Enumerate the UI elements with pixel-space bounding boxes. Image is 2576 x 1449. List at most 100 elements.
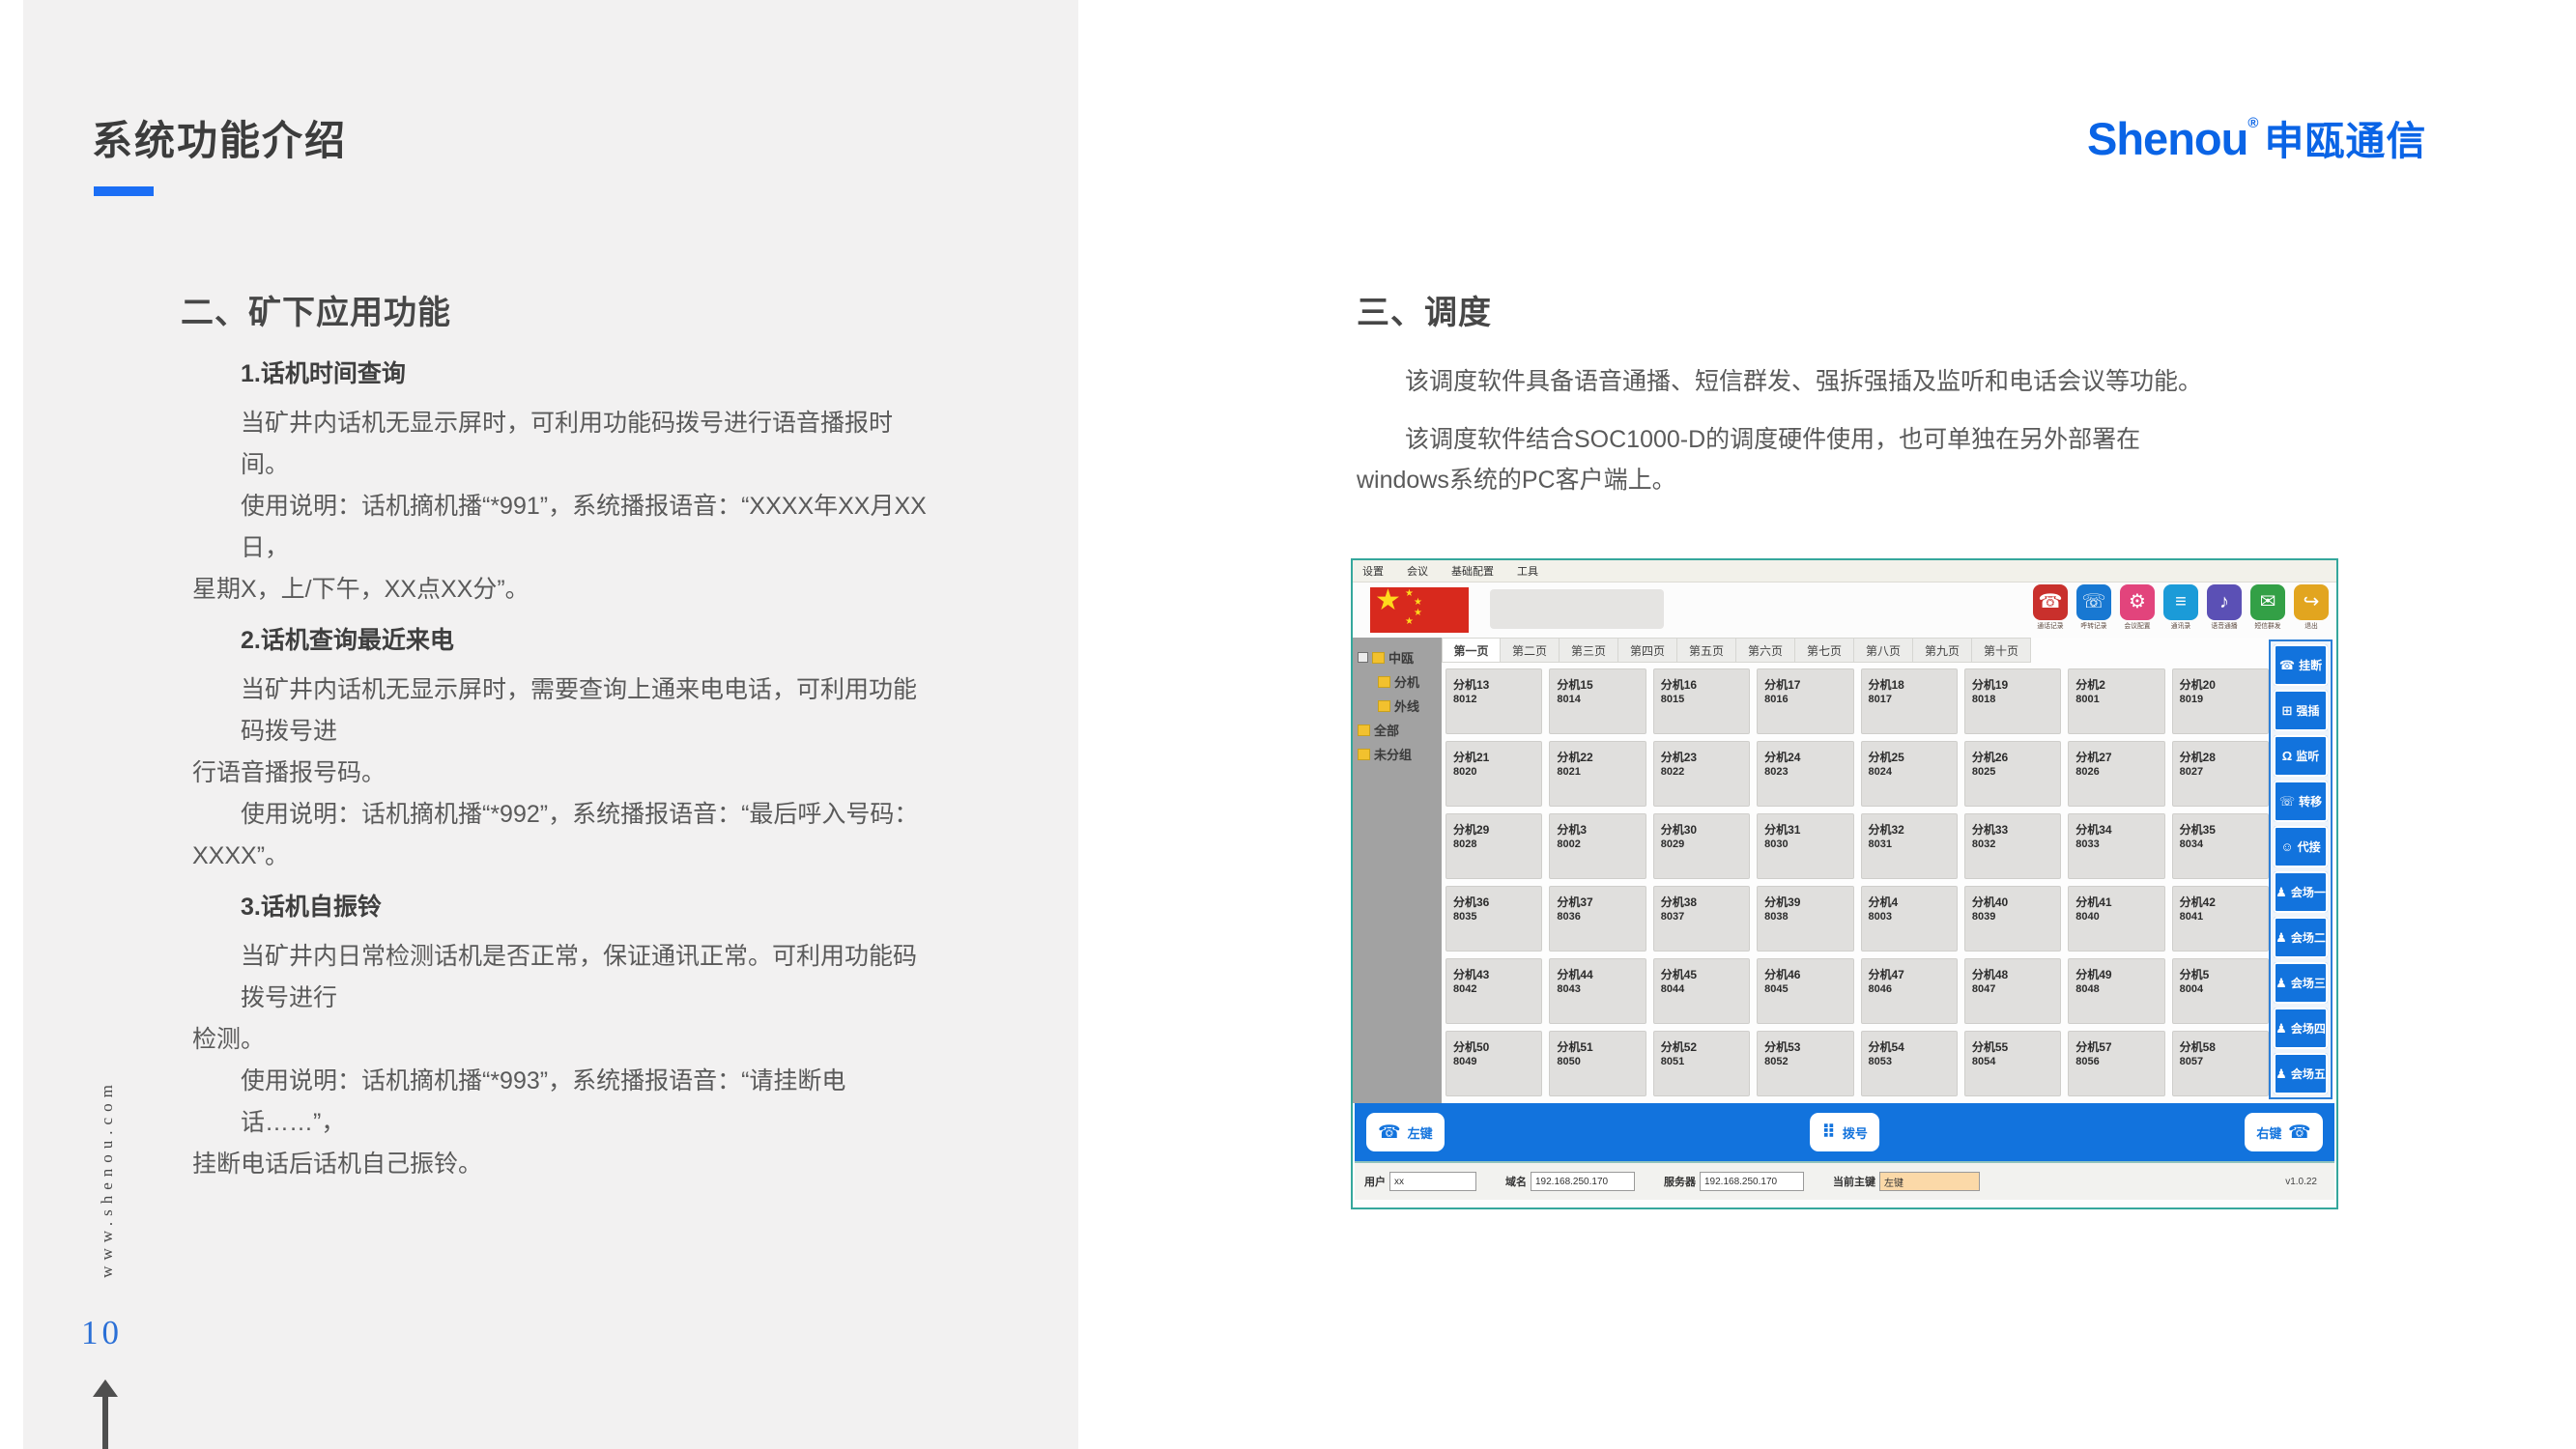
extension-cell[interactable]: 分机24 8023 <box>1757 741 1853 807</box>
user-field[interactable] <box>1389 1172 1476 1191</box>
extension-cell[interactable]: 分机48 8047 <box>1964 958 2061 1024</box>
page-tab[interactable]: 第九页 <box>1913 638 1972 663</box>
extension-cell[interactable]: 分机37 8036 <box>1549 886 1646 952</box>
extension-cell[interactable]: 分机20 8019 <box>2172 668 2269 734</box>
toolbar-button[interactable]: ☎ 通话记录 <box>2031 584 2070 632</box>
extension-cell[interactable]: 分机51 8050 <box>1549 1031 1646 1096</box>
extension-cell[interactable]: 分机16 8015 <box>1653 668 1750 734</box>
extension-cell[interactable]: 分机32 8031 <box>1861 813 1958 879</box>
extension-cell[interactable]: 分机4 8003 <box>1861 886 1958 952</box>
extension-cell[interactable]: 分机28 8027 <box>2172 741 2269 807</box>
extension-number: 8057 <box>2180 1056 2261 1067</box>
extension-name: 分机58 <box>2180 1038 2261 1055</box>
extension-cell[interactable]: 分机13 8012 <box>1445 668 1542 734</box>
extension-cell[interactable]: 分机21 8020 <box>1445 741 1542 807</box>
page-tab[interactable]: 第三页 <box>1560 638 1618 663</box>
extension-cell[interactable]: 分机43 8042 <box>1445 958 1542 1024</box>
toolbar-button[interactable]: ↪ 退出 <box>2292 584 2331 632</box>
extension-cell[interactable]: 分机17 8016 <box>1757 668 1853 734</box>
toolbar-button[interactable]: ♪ 语音通播 <box>2205 584 2244 632</box>
toolbar-button[interactable]: ⚙ 会议配置 <box>2118 584 2157 632</box>
extension-name: 分机22 <box>1557 749 1638 765</box>
extension-cell[interactable]: 分机18 8017 <box>1861 668 1958 734</box>
extension-cell[interactable]: 分机19 8018 <box>1964 668 2061 734</box>
server-field[interactable] <box>1700 1172 1804 1191</box>
extension-cell[interactable]: 分机25 8024 <box>1861 741 1958 807</box>
tree-node-all[interactable]: 全部 <box>1353 718 1442 742</box>
extension-cell[interactable]: 分机44 8043 <box>1549 958 1646 1024</box>
toolbar-button[interactable]: ≡ 通讯录 <box>2161 584 2200 632</box>
extension-cell[interactable]: 分机26 8025 <box>1964 741 2061 807</box>
page-tab[interactable]: 第四页 <box>1618 638 1677 663</box>
tree-node-root[interactable]: 中瓯 <box>1353 645 1442 669</box>
extension-cell[interactable]: 分机58 8057 <box>2172 1031 2269 1096</box>
extension-cell[interactable]: 分机2 8001 <box>2068 668 2164 734</box>
menu-item[interactable]: 工具 <box>1517 563 1538 579</box>
page-tab[interactable]: 第二页 <box>1501 638 1560 663</box>
menu-item[interactable]: 设置 <box>1362 563 1384 579</box>
right-key-button[interactable]: 右键 ☎ <box>2245 1113 2323 1151</box>
page-tab[interactable]: 第五页 <box>1677 638 1736 663</box>
extension-cell[interactable]: 分机40 8039 <box>1964 886 2061 952</box>
action-button[interactable]: ♟ 会场五 <box>2274 1053 2328 1094</box>
page-tab[interactable]: 第一页 <box>1442 638 1501 663</box>
extension-cell[interactable]: 分机45 8044 <box>1653 958 1750 1024</box>
tree-node-outside-lines[interactable]: 外线 <box>1353 694 1442 718</box>
tree-node-extensions[interactable]: 分机 <box>1353 669 1442 694</box>
domain-field[interactable] <box>1531 1172 1635 1191</box>
extension-cell[interactable]: 分机27 8026 <box>2068 741 2164 807</box>
extension-cell[interactable]: 分机15 8014 <box>1549 668 1646 734</box>
current-key-field[interactable] <box>1879 1172 1980 1191</box>
left-key-button[interactable]: ☎ 左键 <box>1366 1113 1445 1151</box>
page-tab[interactable]: 第七页 <box>1795 638 1854 663</box>
action-button[interactable]: Ω 监听 <box>2274 735 2328 777</box>
menu-item[interactable]: 基础配置 <box>1451 563 1494 579</box>
extension-cell[interactable]: 分机53 8052 <box>1757 1031 1853 1096</box>
extension-cell[interactable]: 分机36 8035 <box>1445 886 1542 952</box>
extension-cell[interactable]: 分机49 8048 <box>2068 958 2164 1024</box>
action-button[interactable]: ♟ 会场一 <box>2274 871 2328 913</box>
action-button[interactable]: ♟ 会场二 <box>2274 917 2328 958</box>
menu-item[interactable]: 会议 <box>1407 563 1428 579</box>
extension-cell[interactable]: 分机33 8032 <box>1964 813 2061 879</box>
extension-cell[interactable]: 分机38 8037 <box>1653 886 1750 952</box>
extension-cell[interactable]: 分机39 8038 <box>1757 886 1853 952</box>
extension-number: 8038 <box>1764 911 1846 923</box>
tree-node-ungrouped[interactable]: 未分组 <box>1353 742 1442 766</box>
extension-cell[interactable]: 分机30 8029 <box>1653 813 1750 879</box>
extension-cell[interactable]: 分机3 8002 <box>1549 813 1646 879</box>
page-tab[interactable]: 第十页 <box>1972 638 2031 663</box>
action-button[interactable]: ☺ 代接 <box>2274 826 2328 867</box>
extension-cell[interactable]: 分机23 8022 <box>1653 741 1750 807</box>
extension-cell[interactable]: 分机29 8028 <box>1445 813 1542 879</box>
page-tab[interactable]: 第八页 <box>1854 638 1913 663</box>
action-icon: ♟ <box>2275 1066 2287 1082</box>
action-button-panel: ☎ 挂断 ⊞ 强插 Ω 监听 ☏ 转移 <box>2269 639 2333 1099</box>
extension-cell[interactable]: 分机31 8030 <box>1757 813 1853 879</box>
extension-cell[interactable]: 分机5 8004 <box>2172 958 2269 1024</box>
extension-number: 8042 <box>1453 983 1534 995</box>
toolbar-button[interactable]: ✉ 短信群发 <box>2248 584 2287 632</box>
extension-cell[interactable]: 分机42 8041 <box>2172 886 2269 952</box>
action-button[interactable]: ☏ 转移 <box>2274 781 2328 822</box>
action-button[interactable]: ⊞ 强插 <box>2274 690 2328 731</box>
dial-button[interactable]: ⠿ 拨号 <box>1810 1113 1879 1151</box>
action-button[interactable]: ♟ 会场三 <box>2274 962 2328 1004</box>
page-tab[interactable]: 第六页 <box>1736 638 1795 663</box>
extension-cell[interactable]: 分机35 8034 <box>2172 813 2269 879</box>
tree-expander-icon[interactable] <box>1358 652 1368 663</box>
section-heading-mine-functions: 二、矿下应用功能 <box>181 286 451 333</box>
extension-cell[interactable]: 分机22 8021 <box>1549 741 1646 807</box>
toolbar-button[interactable]: ☏ 呼转记录 <box>2075 584 2113 632</box>
extension-cell[interactable]: 分机46 8045 <box>1757 958 1853 1024</box>
extension-cell[interactable]: 分机57 8056 <box>2068 1031 2164 1096</box>
extension-cell[interactable]: 分机50 8049 <box>1445 1031 1542 1096</box>
extension-cell[interactable]: 分机54 8053 <box>1861 1031 1958 1096</box>
extension-cell[interactable]: 分机55 8054 <box>1964 1031 2061 1096</box>
extension-cell[interactable]: 分机52 8051 <box>1653 1031 1750 1096</box>
action-button[interactable]: ♟ 会场四 <box>2274 1008 2328 1049</box>
extension-cell[interactable]: 分机34 8033 <box>2068 813 2164 879</box>
extension-cell[interactable]: 分机47 8046 <box>1861 958 1958 1024</box>
extension-cell[interactable]: 分机41 8040 <box>2068 886 2164 952</box>
action-button[interactable]: ☎ 挂断 <box>2274 644 2328 686</box>
